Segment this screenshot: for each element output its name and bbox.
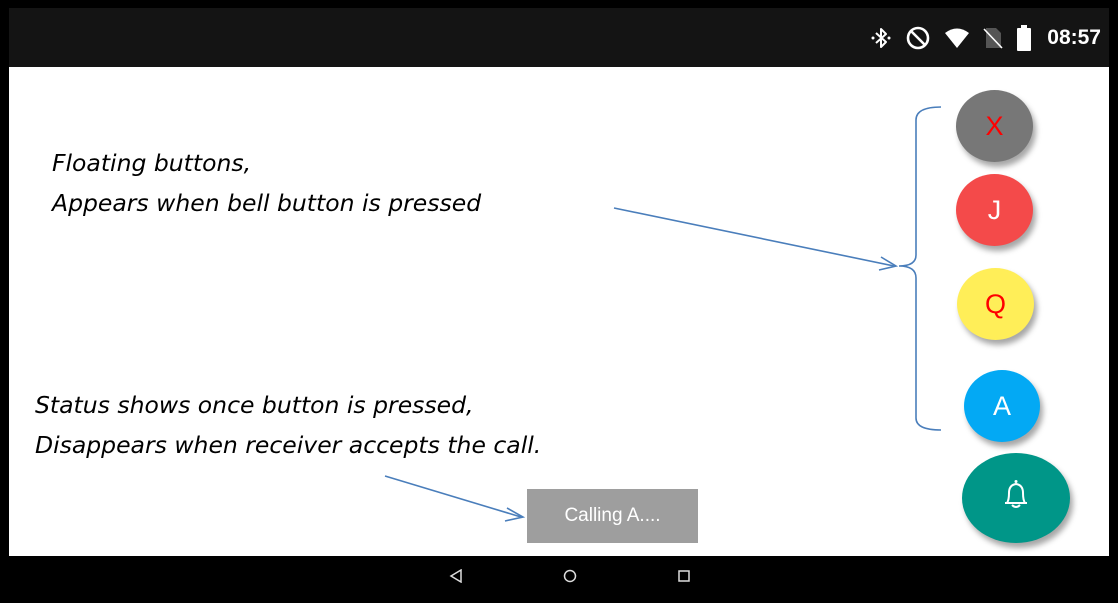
navigation-bar (9, 556, 1109, 596)
bracket (898, 106, 942, 431)
recents-icon[interactable] (674, 566, 694, 586)
device-screen: 08:57 Floating buttons, Appears when bel… (9, 8, 1109, 596)
calling-status-toast: Calling A.... (527, 489, 698, 543)
back-icon[interactable] (446, 566, 466, 586)
fab-label: J (987, 194, 1002, 225)
bell-button[interactable] (962, 453, 1070, 543)
fab-j-button[interactable]: J (956, 174, 1033, 246)
toast-text: Calling A.... (564, 505, 661, 526)
arrow-to-bracket (613, 207, 895, 267)
bell-icon (999, 478, 1033, 519)
arrow-to-toast (384, 475, 522, 518)
fab-label: X (985, 110, 1004, 141)
fab-label: A (992, 390, 1011, 421)
home-icon[interactable] (560, 566, 580, 586)
fab-label: Q (984, 288, 1006, 319)
fab-q-button[interactable]: Q (957, 268, 1034, 340)
fab-x-button[interactable]: X (956, 90, 1033, 162)
fab-a-button[interactable]: A (964, 370, 1040, 442)
device-frame: 08:57 Floating buttons, Appears when bel… (0, 0, 1118, 603)
